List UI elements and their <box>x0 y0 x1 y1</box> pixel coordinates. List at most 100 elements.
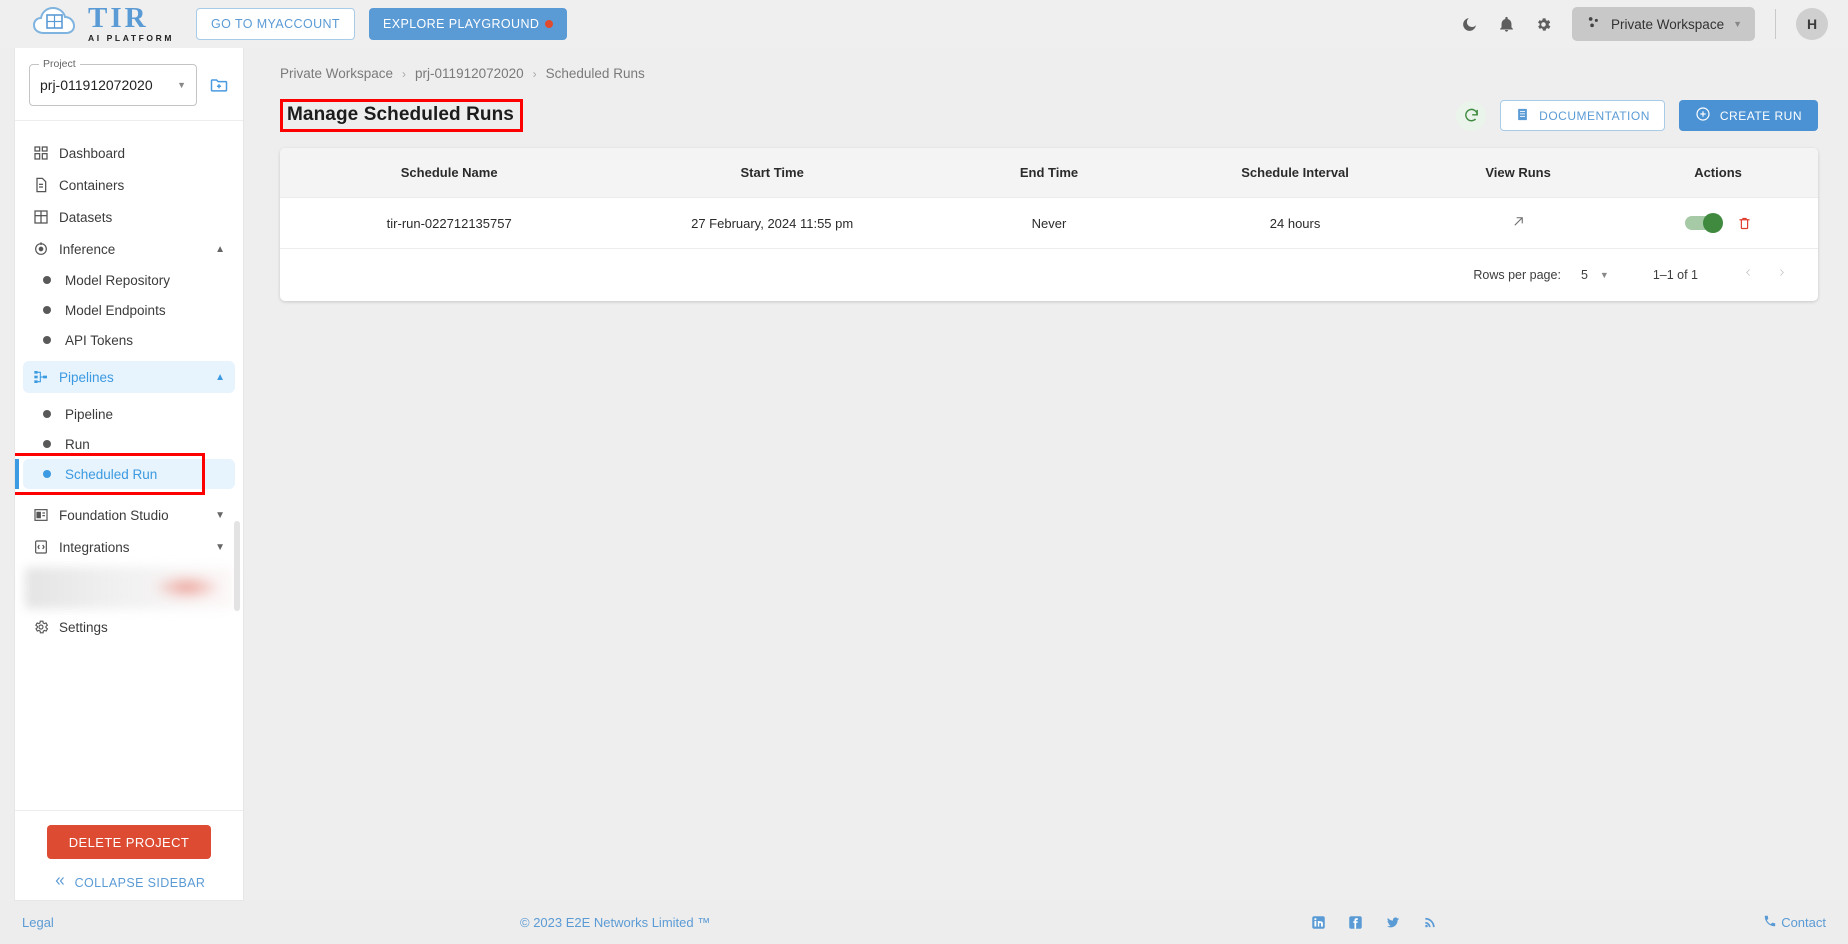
actions-group <box>1618 213 1818 233</box>
arrow-up-right-icon[interactable] <box>1511 214 1526 229</box>
table-row: tir-run-022712135757 27 February, 2024 1… <box>280 197 1818 249</box>
sidebar-item-label: Run <box>65 436 90 452</box>
sidebar-scrollbar[interactable] <box>234 521 240 611</box>
sidebar-item-api-tokens[interactable]: API Tokens <box>23 325 235 355</box>
sidebar-item-label: Model Repository <box>65 272 171 288</box>
sidebar-item-inference[interactable]: Inference ▲ <box>23 233 235 265</box>
phone-icon <box>1763 914 1777 931</box>
bullet-icon <box>43 410 51 418</box>
sidebar-item-run[interactable]: Run <box>23 429 235 459</box>
new-badge-dot-icon <box>545 20 554 28</box>
plus-circle-icon <box>1695 106 1711 125</box>
sidebar-item-settings[interactable]: Settings <box>23 611 235 643</box>
rows-per-page-select[interactable]: 5 ▼ <box>1581 268 1609 282</box>
sidebar-item-datasets[interactable]: Datasets <box>23 201 235 233</box>
document-icon <box>33 177 59 193</box>
twitter-icon[interactable] <box>1385 915 1401 930</box>
project-select[interactable]: Project prj-011912072020 ▼ <box>29 58 197 106</box>
documentation-button[interactable]: DOCUMENTATION <box>1500 100 1665 131</box>
breadcrumb-item-workspace[interactable]: Private Workspace <box>280 66 393 81</box>
folder-add-icon[interactable] <box>209 75 229 95</box>
collapse-sidebar-button[interactable]: COLLAPSE SIDEBAR <box>15 875 243 890</box>
sidebar: Project prj-011912072020 ▼ Dashboard Con… <box>14 48 244 901</box>
table-body: tir-run-022712135757 27 February, 2024 1… <box>280 197 1818 249</box>
sidebar-item-label: Foundation Studio <box>59 507 169 523</box>
trash-icon[interactable] <box>1737 216 1752 231</box>
refresh-icon[interactable] <box>1456 100 1487 131</box>
sidebar-item-label: Integrations <box>59 539 130 555</box>
bell-icon[interactable] <box>1498 16 1515 33</box>
footer-contact-label: Contact <box>1781 915 1826 930</box>
bullet-icon <box>43 306 51 314</box>
footer-right: Contact <box>1311 914 1826 931</box>
logo-subtitle: AI PLATFORM <box>88 33 175 43</box>
sidebar-item-foundation-studio[interactable]: Foundation Studio ▼ <box>23 499 235 531</box>
pagination-range: 1–1 of 1 <box>1652 268 1698 282</box>
gear-icon[interactable] <box>1535 16 1552 33</box>
go-to-myaccount-button[interactable]: GO TO MYACCOUNT <box>196 8 355 40</box>
column-header-schedule-interval: Schedule Interval <box>1241 165 1349 180</box>
workspace-selector[interactable]: Private Workspace ▼ <box>1572 7 1755 41</box>
bullet-icon <box>43 470 51 478</box>
cell-end-time: Never <box>925 197 1173 249</box>
sidebar-item-label: Pipelines <box>59 369 114 385</box>
gear-icon <box>33 619 59 635</box>
table-header-row: Schedule Name Start Time End Time Schedu… <box>280 148 1818 198</box>
book-icon <box>1515 107 1530 125</box>
table-head: Schedule Name Start Time End Time Schedu… <box>280 148 1818 198</box>
page-title: Manage Scheduled Runs <box>280 99 523 132</box>
project-select-label: Project <box>39 58 80 70</box>
sidebar-item-model-repository[interactable]: Model Repository <box>23 265 235 295</box>
sidebar-item-label: Inference <box>59 241 116 257</box>
explore-playground-label: EXPLORE PLAYGROUND <box>382 17 540 31</box>
breadcrumb-separator-icon: › <box>402 66 407 81</box>
sidebar-item-pipelines[interactable]: Pipelines ▲ <box>23 361 235 393</box>
linkedin-icon[interactable] <box>1311 915 1326 930</box>
create-run-button[interactable]: CREATE RUN <box>1678 100 1818 131</box>
sidebar-nav: Dashboard Containers Datasets Inference <box>15 121 243 810</box>
facebook-icon[interactable] <box>1348 915 1363 930</box>
sidebar-item-label: Containers <box>59 177 125 193</box>
footer-contact-link[interactable]: Contact <box>1763 914 1826 931</box>
scheduled-runs-card: Schedule Name Start Time End Time Schedu… <box>280 148 1818 301</box>
footer-legal-link[interactable]: Legal <box>22 915 54 930</box>
moon-icon[interactable] <box>1461 16 1478 33</box>
redacted-sidebar-item <box>25 567 233 609</box>
rows-per-page-value: 5 <box>1580 268 1588 282</box>
chevron-down-icon: ▼ <box>215 509 225 521</box>
sidebar-item-label: API Tokens <box>65 332 134 348</box>
chevron-down-icon: ▼ <box>177 80 186 90</box>
logo-title: TIR <box>88 2 149 34</box>
schedule-enabled-toggle[interactable] <box>1684 213 1723 233</box>
create-run-label: CREATE RUN <box>1719 108 1802 123</box>
sidebar-item-model-endpoints[interactable]: Model Endpoints <box>23 295 235 325</box>
cell-view-runs <box>1418 197 1619 249</box>
sidebar-item-label: Settings <box>59 619 108 635</box>
sidebar-item-label: Scheduled Run <box>65 466 158 482</box>
breadcrumb-separator-icon: › <box>532 66 537 81</box>
explore-playground-button[interactable]: EXPLORE PLAYGROUND <box>368 8 568 40</box>
cell-schedule-name: tir-run-022712135757 <box>280 197 619 249</box>
cloud-logo-icon <box>32 5 86 41</box>
breadcrumb-item-project[interactable]: prj-011912072020 <box>415 66 524 81</box>
cell-schedule-interval: 24 hours <box>1172 197 1419 249</box>
sidebar-item-dashboard[interactable]: Dashboard <box>23 137 235 169</box>
workspace-nodes-icon <box>1585 14 1602 34</box>
workspace-label: Private Workspace <box>1611 16 1725 32</box>
breadcrumb: Private Workspace › prj-011912072020 › S… <box>266 48 1826 81</box>
pagination-prev-button[interactable] <box>1732 265 1765 285</box>
delete-project-button[interactable]: DELETE PROJECT <box>47 825 211 859</box>
sidebar-item-containers[interactable]: Containers <box>23 169 235 201</box>
sidebar-item-scheduled-run[interactable]: Scheduled Run <box>15 459 235 489</box>
avatar[interactable]: H <box>1796 8 1828 40</box>
chevron-up-icon: ▲ <box>215 371 225 383</box>
sidebar-item-integrations[interactable]: Integrations ▼ <box>23 531 235 563</box>
logo-text: TIR AI PLATFORM <box>88 2 175 44</box>
sidebar-item-label: Pipeline <box>65 406 114 422</box>
column-header-end-time: End Time <box>1019 165 1079 180</box>
tir-logo[interactable]: TIR AI PLATFORM <box>32 2 175 44</box>
sidebar-item-pipeline[interactable]: Pipeline <box>23 399 235 429</box>
column-header-actions: Actions <box>1694 165 1742 180</box>
rss-icon[interactable] <box>1423 915 1437 930</box>
pagination-next-button[interactable] <box>1765 265 1798 285</box>
